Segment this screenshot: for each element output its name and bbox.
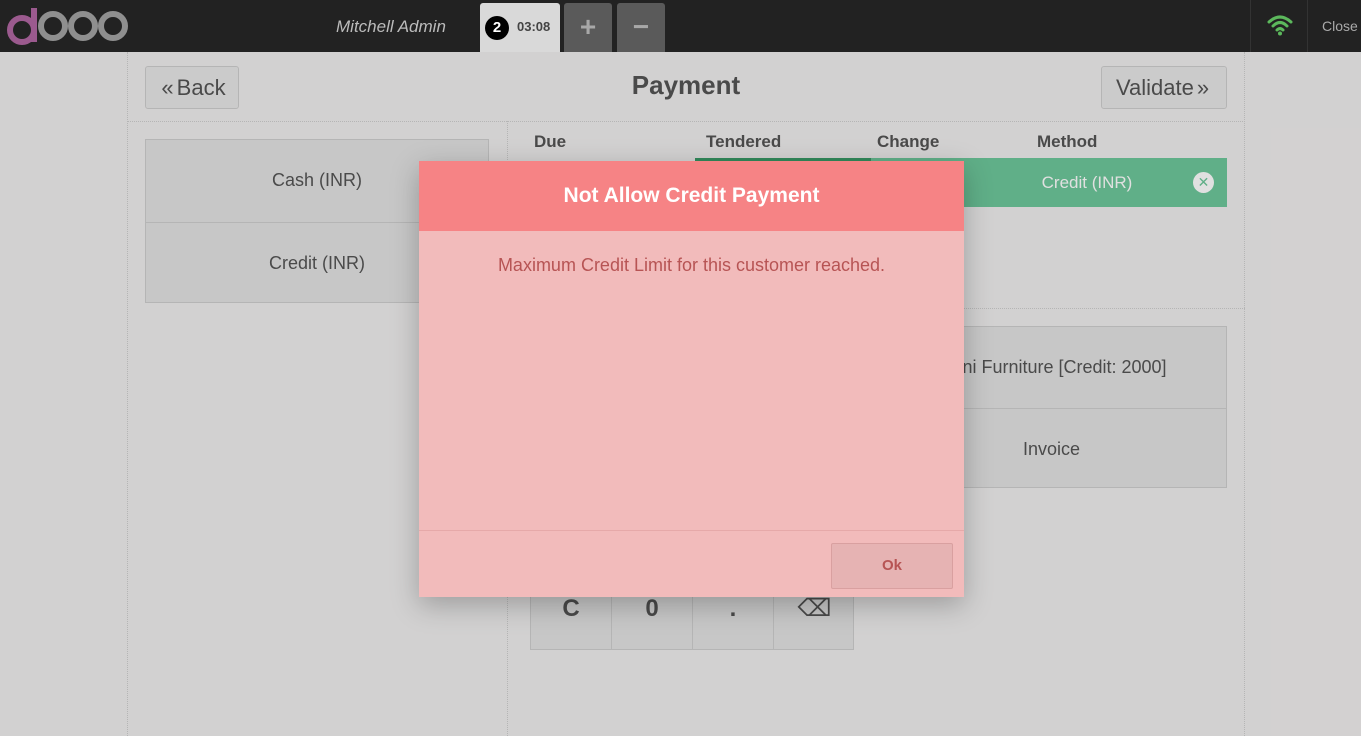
order-number-badge: 2: [485, 16, 509, 40]
ok-button[interactable]: Ok: [831, 543, 953, 589]
connection-status[interactable]: [1250, 0, 1308, 52]
top-bar: Mitchell Admin 2 03:08 + − Close: [0, 0, 1361, 52]
popup-message: Maximum Credit Limit for this customer r…: [497, 255, 886, 275]
username: Mitchell Admin: [336, 17, 446, 36]
wifi-icon: [1267, 15, 1293, 36]
close-button[interactable]: Close: [1322, 18, 1358, 34]
popup-footer: Ok: [419, 530, 964, 597]
error-popup: Not Allow Credit Payment Maximum Credit …: [419, 161, 964, 597]
odoo-logo: [7, 8, 128, 45]
order-tab[interactable]: 2 03:08: [480, 3, 560, 52]
order-time: 03:08: [517, 19, 551, 34]
remove-order-button[interactable]: −: [617, 3, 665, 52]
add-order-button[interactable]: +: [564, 3, 612, 52]
popup-title: Not Allow Credit Payment: [419, 161, 964, 231]
